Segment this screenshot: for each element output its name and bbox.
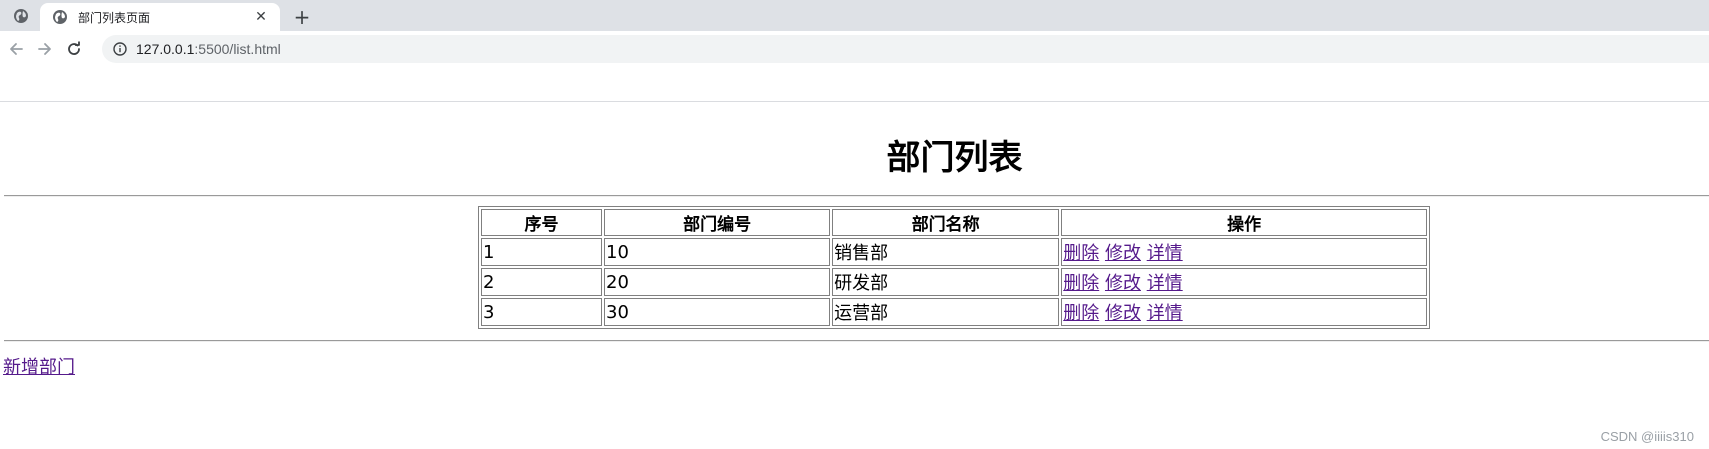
horizontal-rule — [4, 195, 1709, 197]
cell-dept-name: 运营部 — [832, 298, 1060, 326]
cell-actions: 删除 修改 详情 — [1061, 298, 1427, 326]
browser-toolbar: 127.0.0.1:5500/list.html — [0, 31, 1709, 67]
tab-favicon — [52, 9, 68, 25]
table-row: 1 10 销售部 删除 修改 详情 — [481, 238, 1427, 266]
detail-link[interactable]: 详情 — [1147, 243, 1183, 264]
delete-link[interactable]: 删除 — [1063, 303, 1099, 324]
browser-window: 部门列表页面 ✕ + 127.0.0.1:5500/list.html 部门列表… — [0, 0, 1709, 449]
edit-link[interactable]: 修改 — [1105, 243, 1141, 264]
pinned-tab[interactable] — [8, 4, 34, 28]
delete-link[interactable]: 删除 — [1063, 243, 1099, 264]
arrow-left-icon — [10, 43, 23, 55]
detail-link[interactable]: 详情 — [1147, 303, 1183, 324]
cell-dept-name: 销售部 — [832, 238, 1060, 266]
cell-dept-no: 10 — [604, 238, 831, 266]
tab-strip: 部门列表页面 ✕ + — [0, 0, 1709, 31]
globe-icon — [14, 9, 28, 23]
page-content: 部门列表 序号 部门编号 部门名称 操作 1 10 销售部 删除 修改 详情 2… — [0, 102, 1709, 449]
page-title: 部门列表 — [886, 138, 1023, 178]
globe-icon — [53, 10, 67, 24]
watermark: CSDN @iiiis310 — [1600, 429, 1694, 444]
forward-button[interactable] — [33, 37, 57, 61]
table-row: 2 20 研发部 删除 修改 详情 — [481, 268, 1427, 296]
edit-link[interactable]: 修改 — [1105, 303, 1141, 324]
horizontal-rule — [4, 340, 1709, 342]
edit-link[interactable]: 修改 — [1105, 273, 1141, 294]
cell-actions: 删除 修改 详情 — [1061, 238, 1427, 266]
url-text[interactable]: 127.0.0.1:5500/list.html — [136, 41, 281, 57]
reload-button[interactable] — [62, 37, 86, 61]
url-path: :5500/list.html — [194, 41, 281, 57]
cell-dept-no: 20 — [604, 268, 831, 296]
info-icon[interactable] — [112, 41, 128, 57]
cell-actions: 删除 修改 详情 — [1061, 268, 1427, 296]
address-bar[interactable]: 127.0.0.1:5500/list.html — [102, 35, 1709, 63]
header-actions: 操作 — [1061, 209, 1427, 236]
cell-seq: 3 — [481, 298, 603, 326]
add-department-link[interactable]: 新增部门 — [3, 353, 75, 379]
cell-seq: 1 — [481, 238, 603, 266]
detail-link[interactable]: 详情 — [1147, 273, 1183, 294]
arrow-right-icon — [38, 43, 51, 55]
cell-seq: 2 — [481, 268, 603, 296]
department-table: 序号 部门编号 部门名称 操作 1 10 销售部 删除 修改 详情 2 20 研… — [478, 206, 1430, 329]
header-seq: 序号 — [481, 209, 603, 236]
back-button[interactable] — [4, 37, 28, 61]
tab-title: 部门列表页面 — [78, 10, 151, 25]
cell-dept-no: 30 — [604, 298, 831, 326]
table-row: 3 30 运营部 删除 修改 详情 — [481, 298, 1427, 326]
tab-active[interactable]: 部门列表页面 ✕ — [40, 3, 280, 31]
reload-icon — [68, 41, 80, 55]
url-host: 127.0.0.1 — [136, 41, 195, 57]
table-header-row: 序号 部门编号 部门名称 操作 — [481, 209, 1427, 236]
header-dept-name: 部门名称 — [832, 209, 1060, 236]
cell-dept-name: 研发部 — [832, 268, 1060, 296]
delete-link[interactable]: 删除 — [1063, 273, 1099, 294]
new-tab-button[interactable]: + — [290, 5, 314, 29]
close-icon[interactable]: ✕ — [252, 8, 270, 26]
header-dept-no: 部门编号 — [604, 209, 831, 236]
